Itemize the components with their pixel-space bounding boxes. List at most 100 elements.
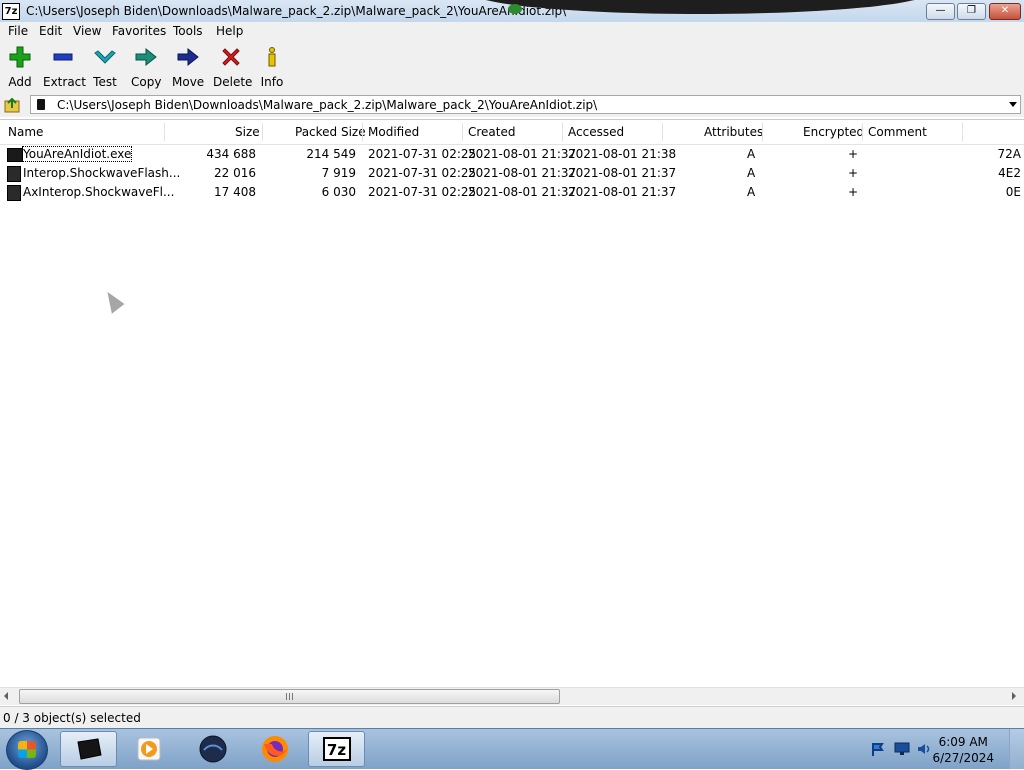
title-bar: 7z C:\Users\Joseph Biden\Downloads\Malwa… (0, 0, 1024, 23)
terminal-icon (76, 738, 102, 760)
horizontal-scrollbar[interactable] (0, 687, 1024, 705)
address-combobox[interactable]: C:\Users\Joseph Biden\Downloads\Malware_… (30, 95, 1021, 114)
maximize-button[interactable]: ❐ (957, 3, 986, 20)
file-created: 2021-08-01 21:37 (468, 166, 577, 180)
col-modified[interactable]: Modified (368, 125, 419, 139)
add-label: Add (8, 75, 32, 89)
clock[interactable]: 6:09 AM 6/27/2024 (932, 734, 994, 766)
copy-arrow-icon (134, 45, 158, 69)
table-row[interactable]: AxInterop.ShockwaveFl... 17 408 6 030 20… (0, 183, 1024, 202)
table-row[interactable]: Interop.ShockwaveFlash... 22 016 7 919 2… (0, 164, 1024, 183)
address-path: C:\Users\Joseph Biden\Downloads\Malware_… (57, 98, 598, 112)
info-button[interactable]: Info (259, 45, 285, 89)
column-divider[interactable] (262, 123, 263, 141)
column-divider[interactable] (362, 123, 363, 141)
test-check-icon (93, 45, 117, 69)
clock-time: 6:09 AM (938, 735, 988, 749)
move-label: Move (172, 75, 205, 89)
move-button[interactable]: Move (172, 45, 204, 89)
file-modified: 2021-07-31 02:25 (368, 147, 477, 161)
address-bar: C:\Users\Joseph Biden\Downloads\Malware_… (0, 93, 1024, 117)
menu-tools[interactable]: Tools (173, 24, 203, 38)
column-header: Name Size Packed Size Modified Created A… (0, 120, 1024, 145)
taskbar-network[interactable] (184, 731, 241, 767)
copy-button[interactable]: Copy (131, 45, 161, 89)
column-divider[interactable] (562, 123, 563, 141)
file-name[interactable]: AxInterop.ShockwaveFl... (23, 185, 174, 199)
delete-x-icon (219, 45, 243, 69)
taskbar-7zip[interactable]: 7z (308, 731, 365, 767)
flag-notification-icon[interactable] (870, 741, 886, 757)
column-divider[interactable] (462, 123, 463, 141)
up-folder-button[interactable] (3, 95, 22, 114)
column-divider[interactable] (164, 123, 165, 141)
chevron-down-icon[interactable] (1009, 102, 1017, 107)
column-divider[interactable] (762, 123, 763, 141)
file-attributes: A (747, 185, 756, 199)
7zip-icon: 7z (322, 737, 351, 761)
scroll-right-icon[interactable] (1012, 692, 1016, 700)
file-crc: 4E2 (998, 166, 1021, 180)
file-created: 2021-08-01 21:37 (468, 147, 577, 161)
col-size[interactable]: Size (235, 125, 260, 139)
taskbar-firefox[interactable] (246, 731, 303, 767)
firefox-icon (261, 736, 288, 762)
menu-file[interactable]: File (8, 24, 28, 38)
scroll-left-icon[interactable] (4, 692, 8, 700)
7zip-app-icon: 7z (2, 3, 20, 20)
status-bar: 0 / 3 object(s) selected (0, 706, 1024, 728)
test-button[interactable]: Test (91, 45, 119, 89)
col-comment[interactable]: Comment (868, 125, 927, 139)
file-crc: 72A (997, 147, 1021, 161)
clock-date: 6/27/2024 (932, 751, 994, 765)
file-accessed: 2021-08-01 21:38 (568, 147, 677, 161)
status-text: 0 / 3 object(s) selected (3, 711, 141, 725)
table-row[interactable]: YouAreAnIdiot.exe 434 688 214 549 2021-0… (0, 145, 1024, 164)
file-modified: 2021-07-31 02:25 (368, 185, 477, 199)
file-size: 22 016 (214, 166, 256, 180)
start-button[interactable] (6, 730, 48, 770)
network-icon[interactable] (894, 742, 910, 756)
col-accessed[interactable]: Accessed (568, 125, 624, 139)
column-divider[interactable] (962, 123, 963, 141)
grip-icon (286, 693, 293, 700)
taskbar-media-player[interactable] (120, 731, 177, 767)
add-button[interactable]: Add (6, 45, 34, 89)
menu-favorites[interactable]: Favorites (112, 24, 166, 38)
minimize-button[interactable]: — (926, 3, 955, 20)
col-attributes[interactable]: Attributes (704, 125, 763, 139)
copy-label: Copy (131, 75, 162, 89)
extract-button[interactable]: Extract (43, 45, 86, 89)
col-packed-size[interactable]: Packed Size (295, 125, 366, 139)
col-created[interactable]: Created (468, 125, 516, 139)
folder-up-icon (4, 97, 20, 113)
file-accessed: 2021-08-01 21:37 (568, 185, 677, 199)
col-encrypted[interactable]: Encrypted (803, 125, 864, 139)
taskbar: 7z 6:09 AM 6/27/2024 (0, 728, 1024, 770)
show-desktop-button[interactable] (1009, 729, 1024, 769)
file-name[interactable]: YouAreAnIdiot.exe (21, 146, 133, 162)
menu-help[interactable]: Help (216, 24, 243, 38)
col-name[interactable]: Name (8, 125, 43, 139)
green-dot (508, 4, 522, 14)
close-button[interactable]: ✕ (989, 3, 1021, 20)
file-size: 434 688 (206, 147, 256, 161)
menu-view[interactable]: View (73, 24, 101, 38)
menu-edit[interactable]: Edit (39, 24, 62, 38)
file-created: 2021-08-01 21:37 (468, 185, 577, 199)
scrollbar-thumb[interactable] (19, 689, 560, 704)
system-tray: 6:09 AM 6/27/2024 (864, 729, 1024, 769)
file-attributes: A (747, 147, 756, 161)
file-crc: 0E (1005, 185, 1021, 199)
window-title: C:\Users\Joseph Biden\Downloads\Malware_… (26, 4, 567, 18)
speaker-icon[interactable] (916, 741, 932, 757)
delete-button[interactable]: Delete (213, 45, 252, 89)
taskbar-terminal[interactable] (60, 731, 117, 767)
column-divider[interactable] (662, 123, 663, 141)
column-divider[interactable] (862, 123, 863, 141)
media-player-icon (137, 737, 160, 761)
file-accessed: 2021-08-01 21:37 (568, 166, 677, 180)
file-name[interactable]: Interop.ShockwaveFlash... (23, 166, 180, 180)
file-packed-size: 6 030 (321, 185, 356, 199)
file-packed-size: 214 549 (306, 147, 356, 161)
